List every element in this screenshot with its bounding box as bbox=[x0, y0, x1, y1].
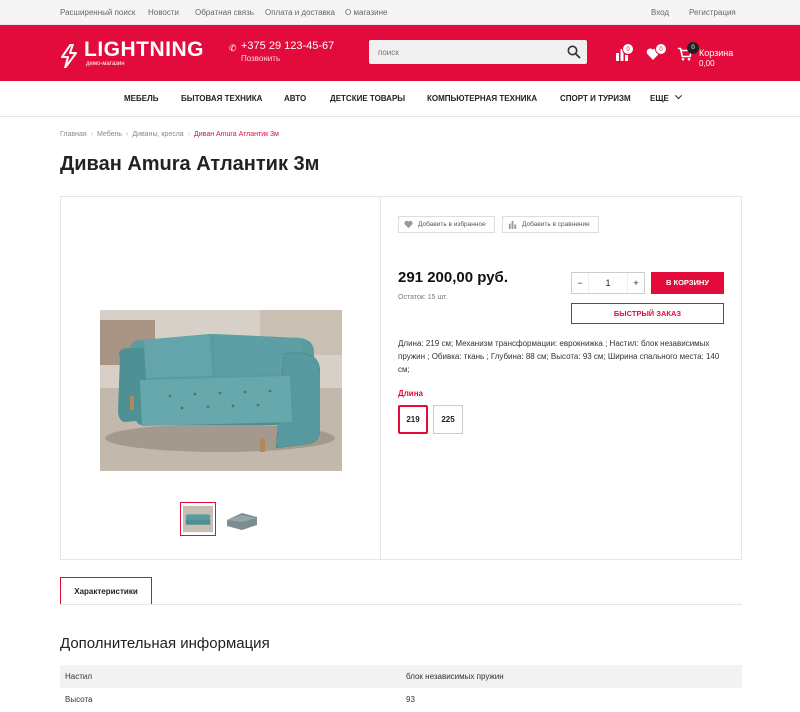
breadcrumb-sofas[interactable]: Диваны, кресла bbox=[132, 131, 183, 138]
product-price: 291 200,00 руб. bbox=[398, 269, 508, 286]
add-to-compare-button[interactable]: Добавить в сравнение bbox=[502, 216, 599, 233]
top-link-feedback[interactable]: Обратная связь bbox=[195, 8, 254, 17]
add-to-cart-button[interactable]: В КОРЗИНУ bbox=[651, 272, 724, 294]
breadcrumb: Главная › Мебель › Диваны, кресла › Диван Amur… bbox=[60, 131, 279, 138]
thumbnail-2[interactable] bbox=[224, 502, 260, 536]
nav-more-label: ЕЩЕ bbox=[650, 94, 669, 103]
breadcrumb-separator: › bbox=[90, 131, 93, 138]
top-link-news[interactable]: Новости bbox=[148, 8, 179, 17]
tab-characteristics[interactable]: Характеристики bbox=[60, 577, 152, 605]
option-label: Длина bbox=[398, 389, 423, 398]
callback-link[interactable]: Позвонить bbox=[241, 54, 280, 63]
qty-plus-button[interactable]: + bbox=[628, 273, 644, 293]
lightning-logo-icon[interactable] bbox=[60, 44, 78, 68]
top-link-about[interactable]: О магазине bbox=[345, 8, 388, 17]
add-to-favorites-label: Добавить в избранное bbox=[418, 221, 486, 228]
product-photo[interactable] bbox=[100, 310, 342, 471]
logo-subtitle: демо-магазин bbox=[86, 61, 125, 67]
nav-item-furniture[interactable]: МЕБЕЛЬ bbox=[124, 94, 158, 103]
quick-order-button[interactable]: БЫСТРЫЙ ЗАКАЗ bbox=[571, 303, 724, 324]
register-link[interactable]: Регистрация bbox=[689, 8, 736, 17]
qty-minus-button[interactable]: − bbox=[572, 273, 588, 293]
nav-item-kids[interactable]: ДЕТСКИЕ ТОВАРЫ bbox=[330, 94, 405, 103]
search-input[interactable] bbox=[369, 40, 559, 64]
favorites-count-badge: 0 bbox=[655, 43, 667, 55]
main-nav: МЕБЕЛЬ БЫТОВАЯ ТЕХНИКА АВТО ДЕТСКИЕ ТОВА… bbox=[0, 81, 800, 117]
product-description: Длина: 219 см; Механизм трансформации: е… bbox=[398, 339, 720, 374]
qty-input[interactable]: 1 bbox=[588, 273, 628, 293]
spec-name: Высота bbox=[65, 695, 93, 704]
top-link-advanced-search[interactable]: Расширенный поиск bbox=[60, 8, 135, 17]
breadcrumb-current: Диван Amura Атлантик 3м bbox=[194, 131, 279, 138]
thumbnail-sofa-image bbox=[224, 502, 260, 536]
top-bar: Расширенный поиск Новости Обратная связь… bbox=[0, 0, 800, 25]
page-title: Диван Amura Атлантик 3м bbox=[60, 153, 320, 175]
logo-text[interactable]: LIGHTNING bbox=[84, 38, 204, 62]
tabs-divider bbox=[60, 604, 742, 605]
compare-icon bbox=[508, 220, 517, 229]
nav-item-sport[interactable]: СПОРТ И ТУРИЗМ bbox=[560, 94, 631, 103]
stock-status: Остаток: 15 шт. bbox=[398, 294, 448, 301]
login-link[interactable]: Вход bbox=[651, 8, 669, 17]
breadcrumb-separator: › bbox=[126, 131, 129, 138]
table-row: Высота 93 bbox=[60, 688, 742, 711]
phone-icon: ✆ bbox=[229, 43, 237, 53]
spec-name: Настил bbox=[65, 672, 93, 681]
table-row: Настил блок независимых пружин bbox=[60, 665, 742, 688]
add-to-compare-label: Добавить в сравнение bbox=[522, 221, 590, 228]
nav-item-more[interactable]: ЕЩЕ bbox=[650, 92, 683, 103]
top-link-payment-delivery[interactable]: Оплата и доставка bbox=[265, 8, 335, 17]
nav-item-appliances[interactable]: БЫТОВАЯ ТЕХНИКА bbox=[181, 94, 262, 103]
spec-value: блок независимых пружин bbox=[406, 672, 504, 681]
cart-count-badge: 0 bbox=[687, 42, 699, 54]
site-header: LIGHTNING демо-магазин ✆ +375 29 123-45-… bbox=[0, 25, 800, 81]
option-219[interactable]: 219 bbox=[398, 405, 428, 434]
additional-info-title: Дополнительная информация bbox=[60, 635, 270, 652]
quantity-stepper: − 1 + bbox=[571, 272, 645, 294]
add-to-favorites-button[interactable]: Добавить в избранное bbox=[398, 216, 495, 233]
phone-number[interactable]: +375 29 123-45-67 bbox=[241, 40, 334, 52]
search-box bbox=[369, 40, 587, 64]
heart-icon bbox=[404, 220, 413, 229]
thumbnail-sofa-image bbox=[183, 505, 213, 533]
search-icon[interactable] bbox=[567, 45, 581, 59]
breadcrumb-furniture[interactable]: Мебель bbox=[97, 131, 122, 138]
breadcrumb-separator: › bbox=[187, 131, 191, 138]
chevron-down-icon bbox=[675, 92, 683, 100]
spec-value: 93 bbox=[406, 695, 415, 704]
cart-label[interactable]: Корзина bbox=[699, 48, 733, 58]
cart-total: 0,00 bbox=[699, 59, 715, 68]
nav-item-auto[interactable]: АВТО bbox=[284, 94, 306, 103]
breadcrumb-home[interactable]: Главная bbox=[60, 131, 87, 138]
compare-count-badge: 0 bbox=[622, 43, 634, 55]
nav-item-computers[interactable]: КОМПЬЮТЕРНАЯ ТЕХНИКА bbox=[427, 94, 537, 103]
card-divider bbox=[380, 196, 381, 560]
thumbnail-1[interactable] bbox=[180, 502, 216, 536]
option-225[interactable]: 225 bbox=[433, 405, 463, 434]
